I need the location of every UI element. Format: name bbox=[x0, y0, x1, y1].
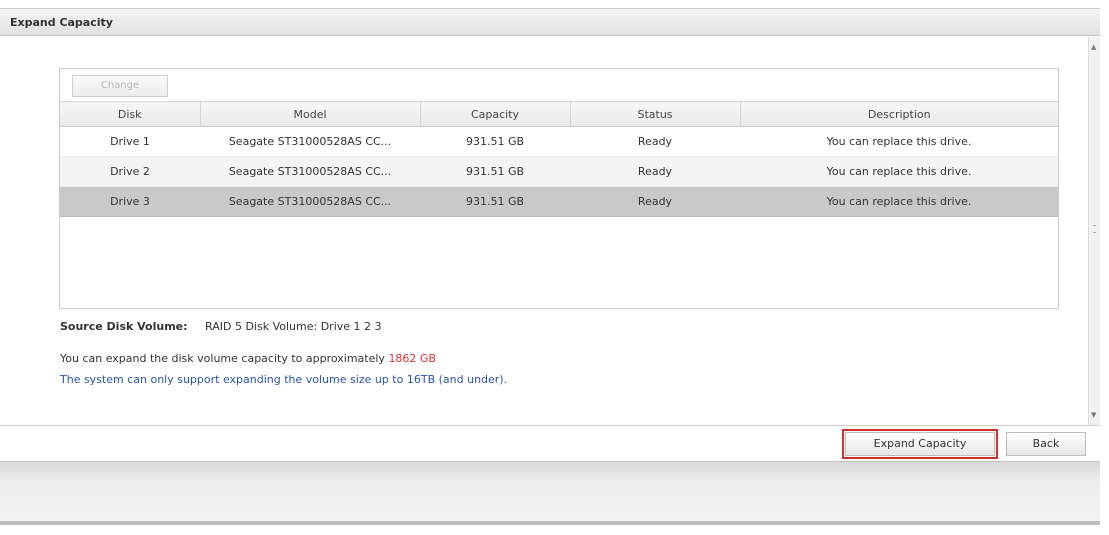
cell-model: Seagate ST31000528AS CC... bbox=[200, 186, 420, 217]
scroll-up-icon[interactable]: ▲ bbox=[1091, 43, 1096, 51]
source-disk-volume-label: Source Disk Volume: bbox=[60, 320, 188, 333]
change-button[interactable]: Change bbox=[72, 75, 168, 97]
table-row[interactable]: Drive 1 Seagate ST31000528AS CC... 931.5… bbox=[60, 126, 1058, 157]
scroll-grip-icon[interactable] bbox=[1093, 225, 1096, 233]
back-button[interactable]: Back bbox=[1006, 432, 1086, 456]
table-header-row: Disk Model Capacity Status Description bbox=[60, 101, 1058, 127]
expand-capacity-message: You can expand the disk volume capacity … bbox=[60, 352, 385, 365]
expand-capacity-window: Expand Capacity Change Disk Model Capaci… bbox=[0, 0, 1109, 535]
expand-capacity-amount: 1862 GB bbox=[388, 352, 436, 365]
bottom-panel bbox=[0, 461, 1100, 521]
cell-disk: Drive 2 bbox=[60, 156, 200, 187]
column-header-disk[interactable]: Disk bbox=[60, 101, 201, 127]
cell-model: Seagate ST31000528AS CC... bbox=[200, 126, 420, 157]
table-row-selected[interactable]: Drive 3 Seagate ST31000528AS CC... 931.5… bbox=[60, 186, 1058, 217]
vertical-scrollbar[interactable]: ▲ ▼ bbox=[1088, 37, 1100, 425]
cell-description: You can replace this drive. bbox=[740, 156, 1058, 187]
cell-description: You can replace this drive. bbox=[740, 126, 1058, 157]
cell-model: Seagate ST31000528AS CC... bbox=[200, 156, 420, 187]
window-titlebar: Expand Capacity bbox=[0, 8, 1100, 36]
cell-capacity: 931.51 GB bbox=[420, 156, 570, 187]
cell-status: Ready bbox=[570, 156, 740, 187]
scroll-down-icon[interactable]: ▼ bbox=[1091, 411, 1096, 419]
column-header-capacity[interactable]: Capacity bbox=[420, 101, 571, 127]
cell-disk: Drive 1 bbox=[60, 126, 200, 157]
window-title: Expand Capacity bbox=[10, 16, 113, 29]
column-header-status[interactable]: Status bbox=[570, 101, 741, 127]
cell-capacity: 931.51 GB bbox=[420, 186, 570, 217]
disk-table: Disk Model Capacity Status Description D… bbox=[60, 101, 1058, 217]
column-header-model[interactable]: Model bbox=[200, 101, 421, 127]
source-disk-volume-value: RAID 5 Disk Volume: Drive 1 2 3 bbox=[205, 320, 382, 333]
expand-capacity-button[interactable]: Expand Capacity bbox=[842, 429, 998, 459]
bottom-divider bbox=[0, 521, 1100, 525]
dialog-footer: Expand Capacity Back bbox=[0, 425, 1100, 461]
grid-toolbar: Change bbox=[60, 69, 1058, 101]
source-disk-volume: Source Disk Volume: RAID 5 Disk Volume: … bbox=[60, 320, 382, 333]
cell-status: Ready bbox=[570, 186, 740, 217]
column-header-description[interactable]: Description bbox=[740, 101, 1058, 127]
cell-status: Ready bbox=[570, 126, 740, 157]
table-row[interactable]: Drive 2 Seagate ST31000528AS CC... 931.5… bbox=[60, 156, 1058, 187]
expand-capacity-text: You can expand the disk volume capacity … bbox=[60, 352, 436, 365]
cell-description: You can replace this drive. bbox=[740, 186, 1058, 217]
disk-grid: Change Disk Model Capacity Status Descri… bbox=[59, 68, 1059, 309]
cell-disk: Drive 3 bbox=[60, 186, 200, 217]
content-panel: Change Disk Model Capacity Status Descri… bbox=[8, 37, 1088, 425]
cell-capacity: 931.51 GB bbox=[420, 126, 570, 157]
volume-size-limit-note: The system can only support expanding th… bbox=[60, 373, 508, 386]
